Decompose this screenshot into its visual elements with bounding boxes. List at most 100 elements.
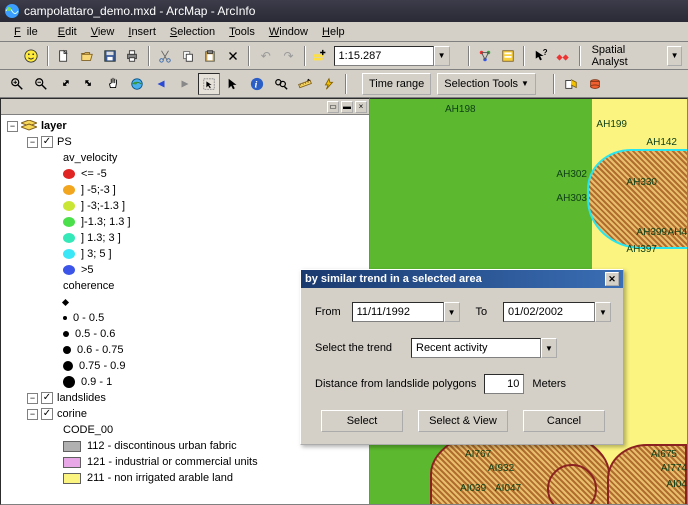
full-extent-icon[interactable] xyxy=(126,73,148,95)
pan-icon[interactable] xyxy=(102,73,124,95)
menubar: File Edit View Insert Selection Tools Wi… xyxy=(0,22,688,42)
trend-input[interactable] xyxy=(411,338,541,358)
menu-selection[interactable]: Selection xyxy=(164,24,221,40)
map-feature-label: AH4 xyxy=(668,227,687,238)
layer-visibility-checkbox[interactable]: ✓ xyxy=(41,392,53,404)
collapse-icon[interactable]: − xyxy=(27,137,38,148)
undo-icon[interactable]: ↶ xyxy=(255,45,276,67)
time-range-button[interactable]: Time range xyxy=(362,73,431,95)
toc-close-icon[interactable]: × xyxy=(355,101,367,113)
map-feature-label: AH397 xyxy=(626,244,657,255)
distance-units-label: Meters xyxy=(532,378,566,390)
legend-item: ] 1.3; 3 ] xyxy=(7,230,367,246)
menu-help[interactable]: Help xyxy=(316,24,351,40)
trend-label: Select the trend xyxy=(315,342,411,354)
tool-icon-a[interactable] xyxy=(560,73,582,95)
toc-field-label: av_velocity xyxy=(7,150,367,166)
prev-extent-icon[interactable] xyxy=(150,73,172,95)
find-icon[interactable] xyxy=(270,73,292,95)
paste-icon[interactable] xyxy=(200,45,221,67)
layer-visibility-checkbox[interactable]: ✓ xyxy=(41,408,53,420)
legend-item: ] 3; 5 ] xyxy=(7,246,367,262)
toc-root-label: layer xyxy=(41,120,67,132)
to-date-picker[interactable]: ▼ xyxy=(503,302,611,322)
menu-view[interactable]: View xyxy=(85,24,121,40)
spatial-analyst-menu[interactable]: Spatial Analyst xyxy=(586,42,665,70)
chevron-down-icon[interactable]: ▼ xyxy=(595,302,611,322)
smile-icon[interactable] xyxy=(21,45,42,67)
window-title: campolattaro_demo.mxd - ArcMap - ArcInfo xyxy=(24,4,255,18)
from-date-input[interactable] xyxy=(352,302,444,322)
collapse-icon[interactable]: − xyxy=(27,393,38,404)
trend-select[interactable]: ▼ xyxy=(411,338,557,358)
map-feature-label: AI04 xyxy=(666,479,687,490)
legend-item: 121 - industrial or commercial units xyxy=(7,454,367,470)
catalog-icon[interactable] xyxy=(497,45,518,67)
hyperlink-icon[interactable] xyxy=(318,73,340,95)
toc-layer-ps[interactable]: − ✓ PS xyxy=(7,134,367,150)
from-date-picker[interactable]: ▼ xyxy=(352,302,460,322)
menu-file[interactable]: File xyxy=(8,24,50,40)
dialog-titlebar[interactable]: by similar trend in a selected area ✕ xyxy=(301,270,623,288)
select-element-icon[interactable] xyxy=(198,73,220,95)
select-features-icon[interactable] xyxy=(222,73,244,95)
tool-icon-b[interactable] xyxy=(584,73,606,95)
zoom-out-icon[interactable] xyxy=(30,73,52,95)
toc-tab-display-icon[interactable]: ▭ xyxy=(327,101,339,113)
zoom-in-fixed-icon[interactable] xyxy=(54,73,76,95)
similar-trend-dialog: by similar trend in a selected area ✕ Fr… xyxy=(300,269,624,445)
from-label: From xyxy=(315,306,352,318)
menu-tools[interactable]: Tools xyxy=(223,24,261,40)
select-view-button[interactable]: Select & View xyxy=(418,410,508,432)
chevron-down-icon[interactable]: ▼ xyxy=(434,46,450,66)
collapse-icon[interactable]: − xyxy=(7,121,18,132)
cut-icon[interactable] xyxy=(155,45,176,67)
toc-root[interactable]: − layer xyxy=(7,118,367,134)
geoprocessing-icon[interactable] xyxy=(553,45,574,67)
map-scale-dropdown[interactable]: ▼ xyxy=(334,46,450,66)
legend-item: ] -5;-3 ] xyxy=(7,182,367,198)
new-icon[interactable] xyxy=(54,45,75,67)
menu-window[interactable]: Window xyxy=(263,24,314,40)
map-feature-label: AH303 xyxy=(556,193,587,204)
help-pointer-icon[interactable]: ? xyxy=(530,45,551,67)
identify-icon[interactable]: i xyxy=(246,73,268,95)
menu-insert[interactable]: Insert xyxy=(122,24,162,40)
map-feature-label: AH399 xyxy=(636,227,667,238)
toolbar-main: ↶ ↷ ▼ ? Spatial Analyst ▼ xyxy=(0,42,688,70)
zoom-in-icon[interactable] xyxy=(6,73,28,95)
menu-edit[interactable]: Edit xyxy=(52,24,83,40)
editor-icon[interactable] xyxy=(475,45,496,67)
select-button[interactable]: Select xyxy=(321,410,403,432)
save-icon[interactable] xyxy=(99,45,120,67)
print-icon[interactable] xyxy=(122,45,143,67)
selection-tools-menu[interactable]: Selection Tools▼ xyxy=(437,73,536,95)
layer-visibility-checkbox[interactable]: ✓ xyxy=(41,136,53,148)
add-data-icon[interactable] xyxy=(311,45,332,67)
map-feature-label: AH302 xyxy=(556,169,587,180)
cancel-button[interactable]: Cancel xyxy=(523,410,605,432)
next-extent-icon[interactable] xyxy=(174,73,196,95)
chevron-down-icon[interactable]: ▼ xyxy=(541,338,557,358)
toc-tab-source-icon[interactable]: ▬ xyxy=(341,101,353,113)
open-icon[interactable] xyxy=(77,45,98,67)
collapse-icon[interactable]: − xyxy=(27,409,38,420)
legend-item: ] -3;-1.3 ] xyxy=(7,198,367,214)
copy-icon[interactable] xyxy=(177,45,198,67)
zoom-out-fixed-icon[interactable] xyxy=(78,73,100,95)
distance-input[interactable] xyxy=(484,374,524,394)
map-scale-input[interactable] xyxy=(334,46,434,66)
svg-text:?: ? xyxy=(542,49,547,57)
app-icon xyxy=(4,3,20,19)
toc-header: ▭ ▬ × xyxy=(1,99,369,115)
chevron-down-icon[interactable]: ▼ xyxy=(667,46,682,66)
chevron-down-icon[interactable]: ▼ xyxy=(444,302,460,322)
delete-icon[interactable] xyxy=(223,45,244,67)
measure-icon[interactable] xyxy=(294,73,316,95)
close-icon[interactable]: ✕ xyxy=(605,272,619,286)
window-titlebar: campolattaro_demo.mxd - ArcMap - ArcInfo xyxy=(0,0,688,22)
to-date-input[interactable] xyxy=(503,302,595,322)
redo-icon[interactable]: ↷ xyxy=(278,45,299,67)
map-feature-label: AI675 xyxy=(651,449,677,460)
distance-label: Distance from landslide polygons xyxy=(315,378,476,390)
